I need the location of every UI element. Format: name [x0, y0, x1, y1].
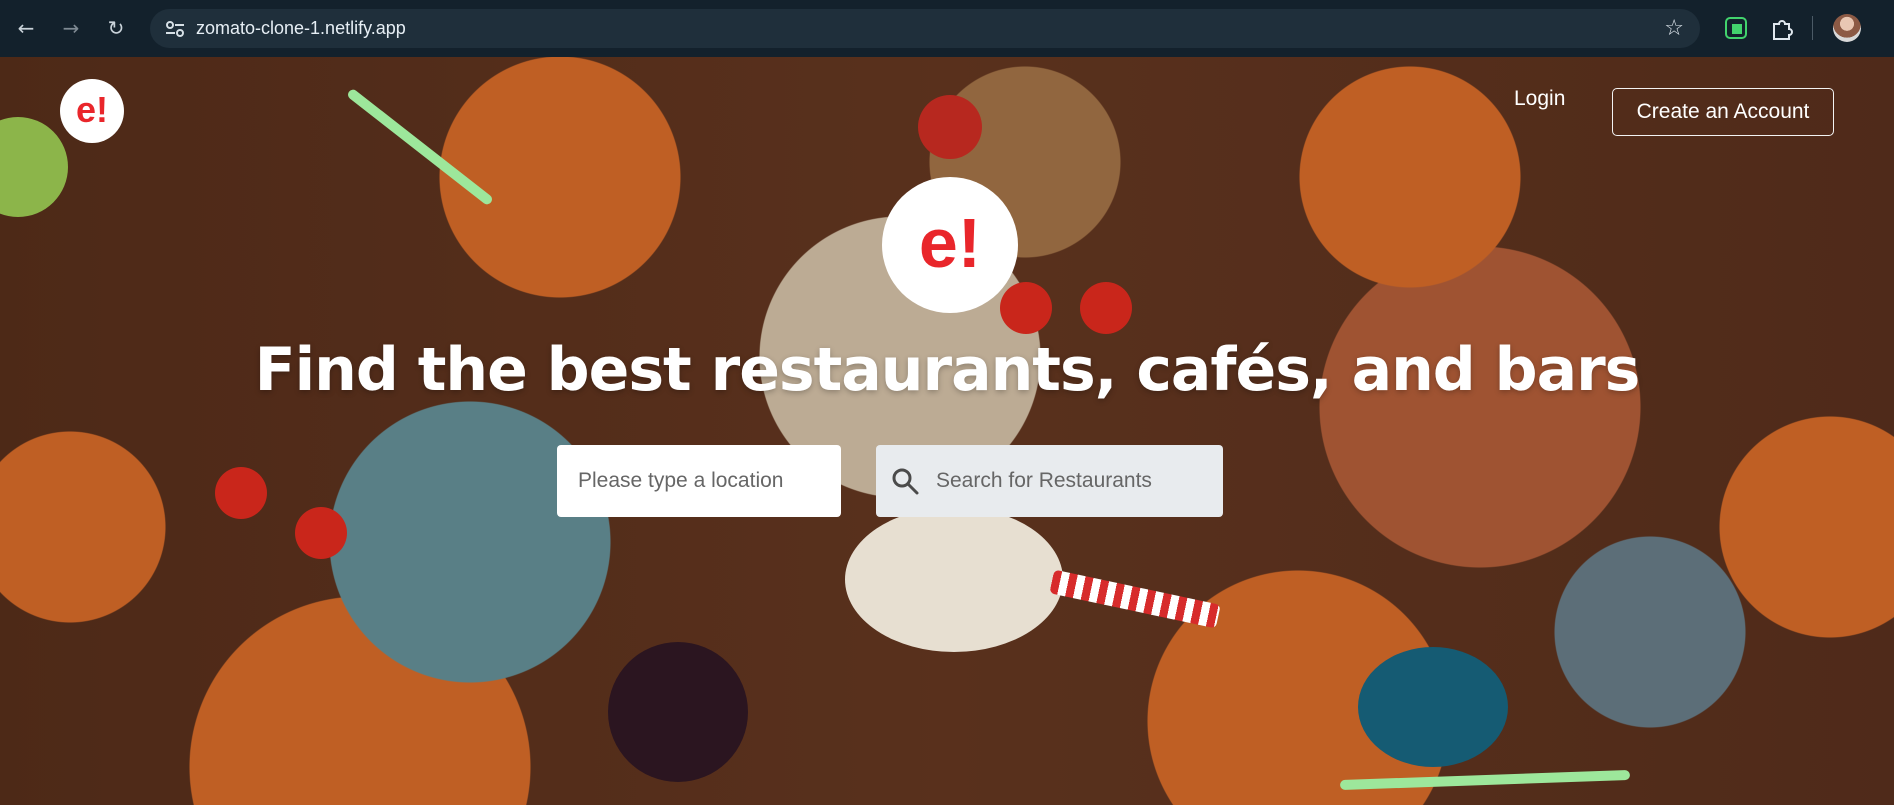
location-input[interactable]: Please type a location — [557, 445, 841, 517]
nut-bowl-decoration — [918, 95, 982, 159]
drink-glass-decoration — [608, 642, 748, 782]
address-bar[interactable]: zomato-clone-1.netlify.app ☆ — [150, 9, 1700, 48]
url-text[interactable]: zomato-clone-1.netlify.app — [196, 18, 406, 39]
lemon-decoration — [0, 117, 68, 217]
tomato-decoration — [215, 467, 267, 519]
profile-avatar[interactable] — [1833, 14, 1861, 42]
drink-glass-decoration — [1358, 647, 1508, 767]
site-info-icon[interactable] — [164, 18, 186, 40]
toolbar-separator — [1812, 16, 1813, 40]
login-link[interactable]: Login — [1514, 87, 1565, 111]
forward-icon[interactable]: → — [55, 12, 87, 44]
fork-decoration — [346, 87, 494, 207]
header-logo[interactable]: e! — [60, 79, 124, 143]
tomato-decoration — [1000, 282, 1052, 334]
hero-headline: Find the best restaurants, cafés, and ba… — [254, 335, 1641, 405]
browser-chrome: ← → ↻ zomato-clone-1.netlify.app ☆ — [0, 0, 1894, 57]
tomato-decoration — [295, 507, 347, 559]
hero-logo: e! — [882, 177, 1018, 313]
hero-page: e! Login Create an Account e! Find the b… — [0, 57, 1894, 805]
search-placeholder: Search for Restaurants — [936, 469, 1152, 492]
reload-icon[interactable]: ↻ — [100, 12, 132, 44]
rice-bowl-decoration — [845, 507, 1063, 652]
search-icon — [890, 466, 920, 496]
fork-decoration — [1339, 769, 1631, 791]
puzzle-icon[interactable] — [1767, 14, 1795, 42]
star-icon[interactable]: ☆ — [1664, 16, 1684, 41]
fork-decoration — [1049, 569, 1221, 629]
location-placeholder: Please type a location — [578, 469, 784, 492]
create-account-button[interactable]: Create an Account — [1612, 88, 1834, 136]
tomato-decoration — [1080, 282, 1132, 334]
back-icon[interactable]: ← — [10, 12, 42, 44]
extension-green-icon[interactable] — [1722, 14, 1750, 42]
restaurant-search-input[interactable]: Search for Restaurants — [876, 445, 1223, 517]
